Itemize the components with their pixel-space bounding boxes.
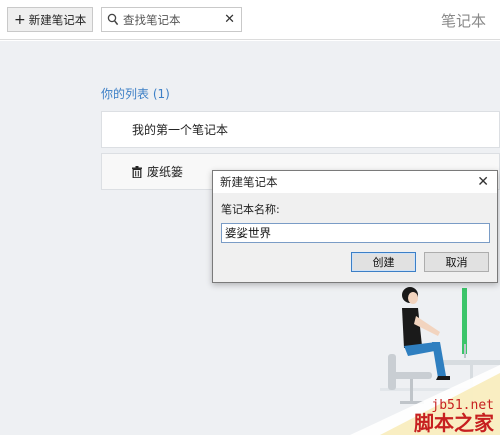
notebook-name: 我的第一个笔记本 bbox=[132, 123, 229, 137]
dialog-title: 新建笔记本 bbox=[220, 175, 278, 189]
trash-label: 废纸篓 bbox=[147, 165, 184, 179]
notebook-name-input[interactable] bbox=[221, 223, 490, 243]
clear-search-icon[interactable]: ✕ bbox=[224, 12, 235, 27]
list-heading: 你的列表 (1) bbox=[101, 87, 170, 101]
cancel-button[interactable]: 取消 bbox=[424, 252, 489, 272]
dialog-titlebar: 新建笔记本 ✕ bbox=[213, 171, 497, 193]
notebook-list-item[interactable]: 我的第一个笔记本 bbox=[101, 111, 500, 148]
create-button[interactable]: 创建 bbox=[351, 252, 416, 272]
new-notebook-button[interactable]: + 新建笔记本 bbox=[7, 7, 93, 32]
trash-icon bbox=[132, 165, 142, 178]
search-icon bbox=[107, 13, 119, 26]
top-toolbar: + 新建笔记本 ✕ 笔记本 bbox=[0, 0, 500, 40]
plus-icon: + bbox=[14, 11, 26, 28]
site-watermark: jb51.net 脚本之家 bbox=[414, 398, 494, 433]
page-title: 笔记本 bbox=[440, 12, 486, 30]
search-input[interactable] bbox=[123, 12, 223, 27]
notebook-name-label: 笔记本名称: bbox=[221, 203, 280, 216]
close-icon[interactable]: ✕ bbox=[477, 174, 489, 190]
search-box[interactable]: ✕ bbox=[101, 7, 242, 32]
new-notebook-dialog: 新建笔记本 ✕ 笔记本名称: 创建 取消 bbox=[212, 170, 498, 283]
new-notebook-label: 新建笔记本 bbox=[28, 12, 87, 27]
watermark-name: 脚本之家 bbox=[414, 411, 494, 435]
